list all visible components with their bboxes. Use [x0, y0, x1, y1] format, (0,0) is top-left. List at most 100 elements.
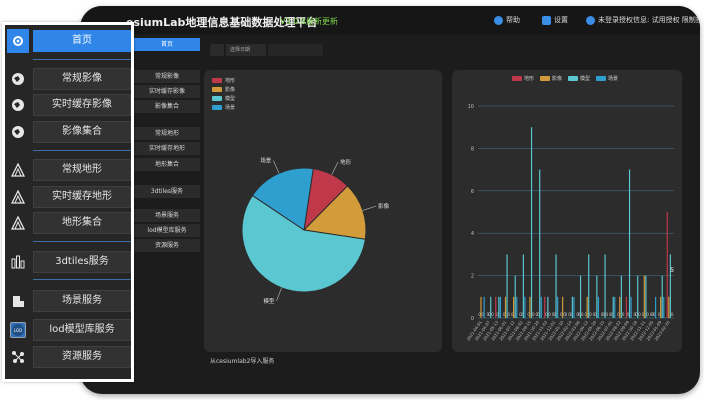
bar [596, 275, 598, 318]
bar [628, 169, 631, 318]
sidebar-item[interactable]: 实时缓存影像 [5, 93, 131, 117]
import-link[interactable]: 从cesiumlab2导入服务 [210, 356, 274, 365]
bar [506, 254, 508, 318]
sidebar-item-label: 常规影像 [33, 68, 131, 90]
terrain-icon [7, 158, 29, 182]
pie-chart: 地形影像模型 场景 [241, 156, 390, 305]
bar [612, 296, 614, 318]
lod-icon: LOD [10, 322, 26, 338]
terrain-icon [7, 185, 29, 209]
inner-sidebar: 首页常规影像实时缓存影像 影像集合常规地形实时缓存地形 地形集合 3dtiles服务场… [134, 38, 200, 358]
inner-sidebar-item[interactable]: 常规影像 [134, 70, 200, 83]
inner-sidebar-item[interactable]: 实时缓存地形 [134, 142, 200, 155]
bar-chart: 02468100 0 0 0 0 0 0 0 0 0 0 0 0 0 0 0 0 0 0 00 0 0 0 0 0 0 0 0 0 0 0 0… [465, 104, 674, 342]
user-icon [586, 15, 595, 25]
bar [513, 296, 515, 318]
pie-leader-line [273, 160, 280, 174]
bar [604, 254, 606, 318]
bar [660, 296, 662, 318]
help-button[interactable]: 帮助 [494, 15, 520, 25]
inner-sidebar-item[interactable]: 实时缓存影像 [134, 85, 200, 98]
terrain-icon [7, 211, 29, 235]
inner-sidebar-item[interactable]: 常规地形 [134, 127, 200, 140]
bar [499, 296, 502, 318]
y-tick-label: 6 [471, 189, 474, 195]
sidebar-item-label: 地形集合 [33, 212, 131, 234]
pie-slice-label: 场景 [260, 156, 272, 164]
inner-sidebar-item[interactable]: 场景服务 [134, 209, 200, 222]
bar-chart-panel: 地形 影像 模型 场景 0 2 4 6 8 10 0 0 0 0 0 0 0 0 0 0 0 0 0 0 0 0 0 0 0 0 0 0 0 0… [452, 70, 682, 352]
sidebar-item[interactable]: 首页 [5, 29, 131, 53]
bar [524, 296, 526, 318]
network-icon [7, 345, 29, 369]
y-tick-label: 0 [471, 316, 474, 322]
bar [540, 296, 542, 318]
pie-leader-line [331, 161, 339, 175]
date-input[interactable]: 选择日期 [226, 44, 266, 56]
bar [571, 296, 573, 318]
bar-value-label: 0 [638, 312, 641, 317]
bar [514, 275, 516, 318]
globe-icon [7, 120, 29, 144]
building-icon [7, 289, 29, 313]
help-icon [494, 15, 503, 25]
bar [614, 296, 616, 318]
sidebar-item-label: 常规地形 [33, 159, 131, 181]
bar [630, 296, 632, 318]
bar [669, 254, 671, 318]
globe-icon [7, 93, 29, 117]
y-tick-label: 2 [471, 274, 474, 280]
bar [557, 296, 559, 318]
bar-value-label: 0 [565, 312, 568, 317]
pie-leader-line [276, 287, 282, 301]
bar-value-label: 0 [508, 312, 511, 317]
svg-text:LOD: LOD [14, 328, 22, 333]
bar [498, 296, 500, 318]
bar-value-label: 0 [581, 312, 584, 317]
inner-sidebar-item[interactable]: lod模型库服务 [134, 224, 200, 237]
bar [483, 296, 485, 318]
inner-sidebar-item[interactable]: 首页 [134, 38, 200, 51]
data-label: 5 [670, 267, 674, 274]
sidebar-item[interactable]: 实时缓存地形 [5, 185, 131, 209]
pie-chart-panel: 地形影像模型 场景 地形影像模型 场景 [204, 70, 442, 352]
sidebar-item-label: 资源服务 [33, 346, 131, 368]
inner-sidebar-item[interactable]: 3dtiles服务 [134, 185, 200, 198]
sidebar-zoom: 首页常规影像实时缓存影像 影像集合常规地形实时缓存地形地形集合 3dtiles服务场… [2, 22, 134, 382]
bar [516, 296, 518, 318]
calendar-icon[interactable] [210, 44, 224, 56]
inner-sidebar-item[interactable]: 影像集合 [134, 100, 200, 113]
settings-button[interactable]: 设置 [542, 15, 568, 25]
app-window: esiumLab地理信息基础数据处理平台 V3.0.8最新更新 帮助 设置 未登… [80, 6, 700, 394]
bar [668, 296, 670, 318]
sidebar-item[interactable]: 资源服务 [5, 345, 131, 369]
bar [555, 254, 557, 318]
bar [661, 275, 663, 318]
search-button[interactable] [268, 44, 323, 56]
bar [504, 296, 507, 318]
sidebar-item[interactable]: 常规影像 [5, 67, 131, 91]
bar [666, 212, 668, 318]
pie-slice-label: 模型 [264, 297, 276, 305]
user-info[interactable]: 未登录授权信息: 试用授权 限制授权 [586, 15, 700, 25]
pie-slice-label: 地形 [340, 158, 352, 166]
pie-slice-label: 影像 [378, 202, 390, 210]
bar [529, 296, 531, 318]
sidebar-item[interactable]: 场景服务 [5, 289, 131, 313]
bar [586, 296, 588, 318]
globe-icon [7, 67, 29, 91]
y-tick-label: 4 [471, 231, 474, 237]
sidebar-item-label: 首页 [33, 30, 131, 52]
bar [643, 275, 645, 318]
sidebar-item[interactable]: 地形集合 [5, 211, 131, 235]
sidebar-item[interactable]: 影像集合 [5, 120, 131, 144]
sidebar-item-label: lod模型库服务 [33, 319, 131, 341]
inner-sidebar-item[interactable]: 地形集合 [134, 158, 200, 171]
sidebar-item[interactable]: 3dtiles服务 [5, 250, 131, 274]
user-label: 未登录授权信息: 试用授权 限制授权 [598, 16, 700, 24]
inner-sidebar-item[interactable]: 资源服务 [134, 239, 200, 252]
app-version[interactable]: V3.0.8最新更新 [280, 16, 338, 27]
sidebar-item[interactable]: LOD lod模型库服务 [5, 318, 131, 342]
sidebar-item[interactable]: 常规地形 [5, 158, 131, 182]
bar [522, 254, 524, 318]
